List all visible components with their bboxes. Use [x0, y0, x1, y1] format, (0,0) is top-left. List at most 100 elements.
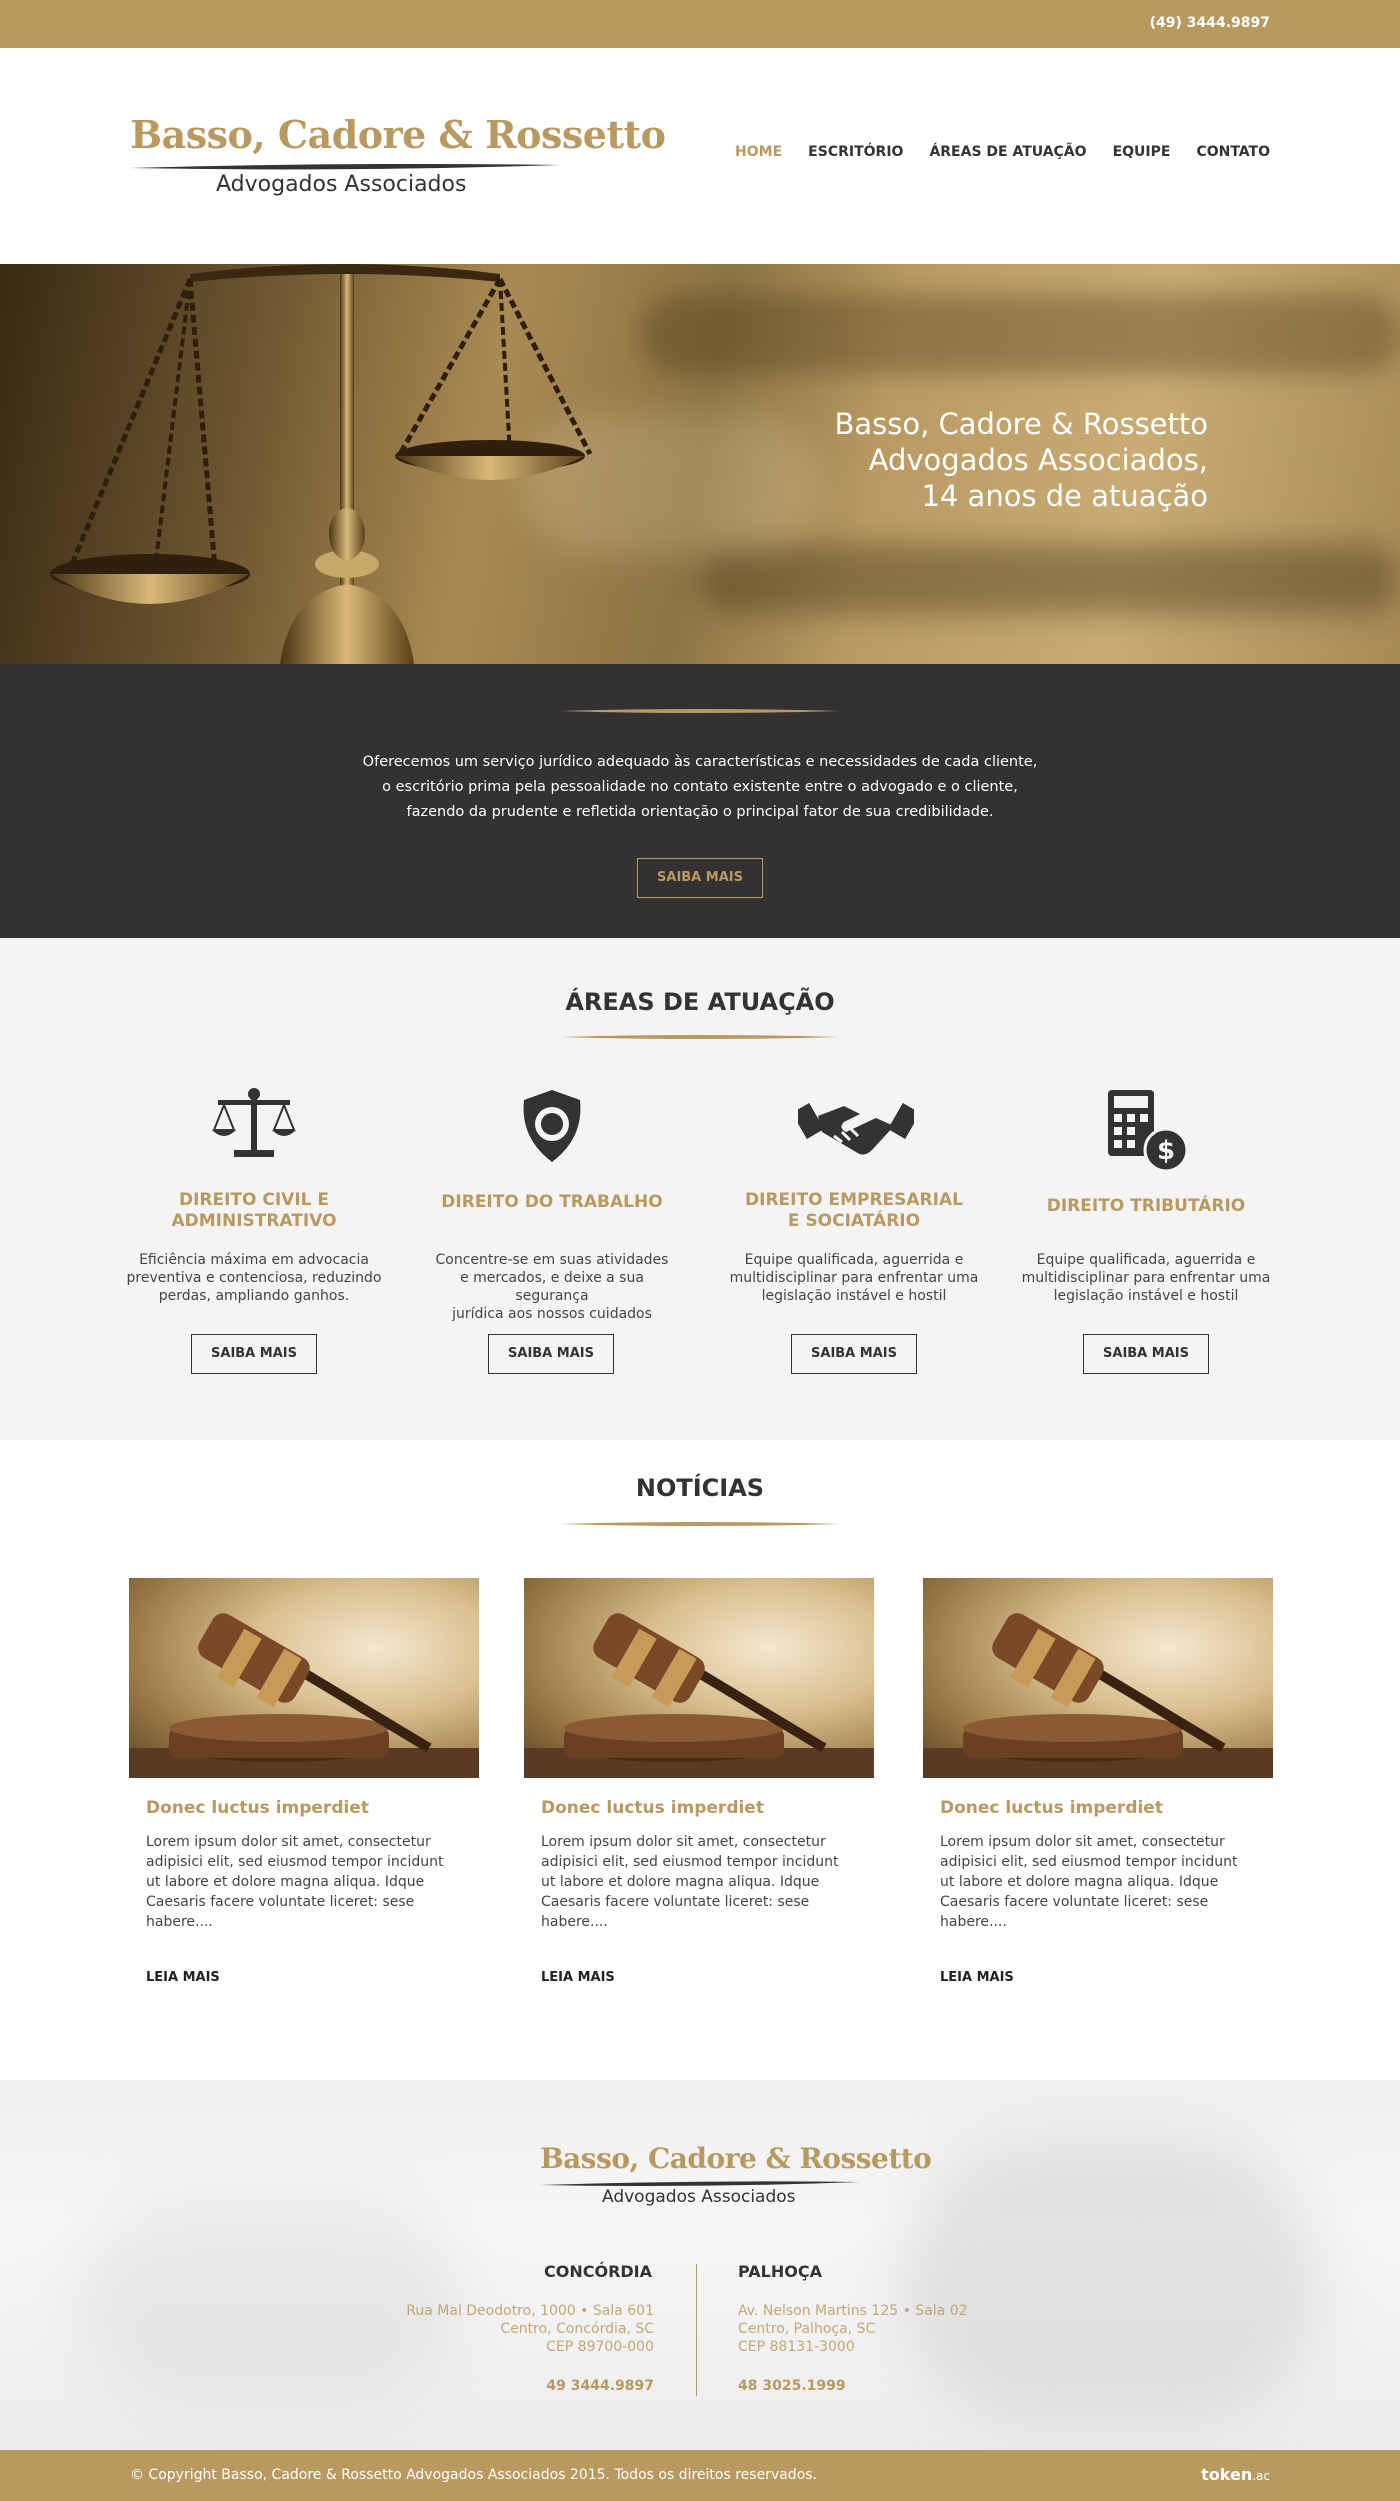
- footer-logo-subtitle: Advogados Associados: [602, 2187, 796, 2207]
- hero-line-2: Advogados Associados,: [868, 443, 1208, 477]
- gavel-image[interactable]: [524, 1578, 874, 1778]
- area-text-line: legislação instável e hostil: [761, 1288, 947, 1304]
- credit-name: token: [1201, 2465, 1253, 2484]
- area-description: Equipe qualificada, aguerrida e multidis…: [1016, 1251, 1276, 1305]
- address-line: CEP 88131-3000: [738, 2339, 855, 2355]
- area-description: Concentre-se em suas atividades e mercad…: [422, 1251, 682, 1323]
- logo-swoosh: [130, 164, 560, 170]
- area-title-line: DIREITO CIVIL E: [178, 1190, 330, 1210]
- news-item-title[interactable]: Donec luctus imperdiet: [940, 1798, 1163, 1818]
- scales-icon: [212, 1088, 296, 1157]
- leia-mais-link[interactable]: LEIA MAIS: [940, 1970, 1014, 1985]
- address-line: Rua Mal Deodotro, 1000 • Sala 601: [406, 2303, 654, 2319]
- area-text-line: multidisciplinar para enfrentar uma: [729, 1270, 979, 1286]
- office-phone-palhoca[interactable]: 48 3025.1999: [738, 2378, 846, 2394]
- area-text-line: Eficiência máxima em advocacia: [139, 1252, 369, 1268]
- area-title: DIREITO TRIBUTÁRIO: [1016, 1196, 1276, 1217]
- copyright-text: © Copyright Basso, Cadore & Rossetto Adv…: [130, 2467, 817, 2483]
- header: Basso, Cadore & Rossetto Advogados Assoc…: [0, 48, 1400, 264]
- news-item-title[interactable]: Donec luctus imperdiet: [146, 1798, 369, 1818]
- office-name-palhoca: PALHOÇA: [738, 2262, 822, 2281]
- area-title-line: DIREITO EMPRESARIAL: [745, 1190, 963, 1210]
- office-phone-concordia[interactable]: 49 3444.9897: [546, 2378, 654, 2394]
- office-divider: [696, 2264, 697, 2396]
- svg-text:$: $: [1157, 1136, 1175, 1166]
- footer-logo[interactable]: Basso, Cadore & Rossetto Advogados Assoc…: [540, 2142, 932, 2212]
- address-line: Centro, Palhoça, SC: [738, 2321, 876, 2337]
- area-saiba-mais-button[interactable]: SAIBA MAIS: [191, 1334, 317, 1374]
- leia-mais-link[interactable]: LEIA MAIS: [541, 1970, 615, 1985]
- news-item-excerpt: Lorem ipsum dolor sit amet, consectetur …: [940, 1834, 1238, 1930]
- calculator-dollar-icon: $: [1108, 1090, 1188, 1172]
- area-description: Eficiência máxima em advocacia preventiv…: [124, 1251, 384, 1305]
- developer-credit-link[interactable]: token.ac: [1201, 2465, 1270, 2484]
- nav-equipe[interactable]: EQUIPE: [1113, 144, 1171, 160]
- main-nav: HOME ESCRITÓRIO ÁREAS DE ATUAÇÃO EQUIPE …: [709, 144, 1270, 160]
- bottom-bar: © Copyright Basso, Cadore & Rossetto Adv…: [0, 2450, 1400, 2501]
- area-text-line: e mercados, e deixe a sua segurança: [460, 1270, 644, 1304]
- leia-mais-link[interactable]: LEIA MAIS: [146, 1970, 220, 1985]
- news-section: NOTÍCIAS Donec luctus imperdiet Lorem ip…: [0, 1440, 1400, 2080]
- footer: Basso, Cadore & Rossetto Advogados Assoc…: [0, 2080, 1400, 2450]
- nav-home[interactable]: HOME: [735, 144, 782, 160]
- intro-line-1: Oferecemos um serviço jurídico adequado …: [362, 754, 1038, 770]
- nav-escritorio[interactable]: ESCRITÓRIO: [808, 144, 903, 160]
- office-name-concordia: CONCÓRDIA: [544, 2262, 653, 2281]
- news-item-title[interactable]: Donec luctus imperdiet: [541, 1798, 764, 1818]
- area-title: DIREITO CIVIL E ADMINISTRATIVO: [124, 1190, 384, 1232]
- footer-logo-title: Basso, Cadore & Rossetto: [540, 2142, 932, 2175]
- area-title-line: ADMINISTRATIVO: [171, 1211, 337, 1231]
- intro-line-2: o escritório prima pela pessoalidade no …: [382, 779, 1018, 795]
- area-saiba-mais-button[interactable]: SAIBA MAIS: [791, 1334, 917, 1374]
- gold-divider: [560, 1035, 840, 1039]
- address-line: Av. Nelson Martins 125 • Sala 02: [738, 2303, 968, 2319]
- areas-section: ÁREAS DE ATUAÇÃO DIREITO CIVIL E ADMINIS…: [0, 938, 1400, 1440]
- office-address-palhoca: Av. Nelson Martins 125 • Sala 02 Centro,…: [738, 2302, 968, 2356]
- area-text-line: Concentre-se em suas atividades: [435, 1252, 669, 1268]
- nav-contato[interactable]: CONTATO: [1196, 144, 1270, 160]
- scales-of-justice-image: [50, 264, 593, 664]
- office-address-concordia: Rua Mal Deodotro, 1000 • Sala 601 Centro…: [406, 2302, 654, 2356]
- area-text-line: perdas, ampliando ganhos.: [158, 1288, 350, 1304]
- areas-title: ÁREAS DE ATUAÇÃO: [565, 988, 835, 1016]
- area-text-line: multidisciplinar para enfrentar uma: [1021, 1270, 1271, 1286]
- top-bar: (49) 3444.9897: [0, 0, 1400, 48]
- gold-divider: [560, 709, 840, 713]
- logo-title: Basso, Cadore & Rossetto: [130, 112, 666, 157]
- hero-line-3: 14 anos de atuação: [921, 479, 1208, 513]
- area-text-line: Equipe qualificada, aguerrida e: [1036, 1252, 1256, 1268]
- hero-banner: Basso, Cadore & Rossetto Advogados Assoc…: [0, 264, 1400, 664]
- gold-divider: [560, 1522, 840, 1526]
- nav-areas[interactable]: ÁREAS DE ATUAÇÃO: [929, 144, 1086, 160]
- logo-subtitle: Advogados Associados: [216, 172, 467, 197]
- area-saiba-mais-button[interactable]: SAIBA MAIS: [1083, 1334, 1209, 1374]
- address-line: CEP 89700-000: [546, 2339, 654, 2355]
- badge-icon: [523, 1090, 581, 1162]
- intro-saiba-mais-button[interactable]: SAIBA MAIS: [637, 858, 763, 898]
- area-title-line: DIREITO TRIBUTÁRIO: [1046, 1196, 1246, 1216]
- top-phone[interactable]: (49) 3444.9897: [1150, 15, 1270, 31]
- area-text-line: legislação instável e hostil: [1053, 1288, 1239, 1304]
- credit-suffix: .ac: [1252, 2469, 1270, 2483]
- area-title-line: E SOCIATÁRIO: [787, 1211, 921, 1231]
- site-logo[interactable]: Basso, Cadore & Rossetto Advogados Assoc…: [130, 112, 666, 202]
- hero-line-1: Basso, Cadore & Rossetto: [834, 407, 1208, 441]
- area-text-line: preventiva e contenciosa, reduzindo: [126, 1270, 382, 1286]
- gavel-image[interactable]: [923, 1578, 1273, 1778]
- news-item-excerpt: Lorem ipsum dolor sit amet, consectetur …: [541, 1834, 839, 1930]
- intro-text: Oferecemos um serviço jurídico adequado …: [0, 750, 1400, 825]
- hero-headline: Basso, Cadore & Rossetto Advogados Assoc…: [834, 406, 1208, 514]
- area-title: DIREITO DO TRABALHO: [422, 1192, 682, 1213]
- gavel-image[interactable]: [129, 1578, 479, 1778]
- area-title-line: DIREITO DO TRABALHO: [441, 1192, 663, 1212]
- area-text-line: Equipe qualificada, aguerrida e: [744, 1252, 964, 1268]
- intro-section: Oferecemos um serviço jurídico adequado …: [0, 664, 1400, 938]
- area-saiba-mais-button[interactable]: SAIBA MAIS: [488, 1334, 614, 1374]
- news-title: NOTÍCIAS: [635, 1474, 765, 1502]
- handshake-icon: [798, 1103, 914, 1155]
- area-text-line: jurídica aos nossos cuidados: [452, 1306, 652, 1322]
- news-item-excerpt: Lorem ipsum dolor sit amet, consectetur …: [146, 1834, 444, 1930]
- area-title: DIREITO EMPRESARIAL E SOCIATÁRIO: [724, 1190, 984, 1232]
- intro-line-3: fazendo da prudente e refletida orientaç…: [406, 804, 994, 820]
- area-description: Equipe qualificada, aguerrida e multidis…: [724, 1251, 984, 1305]
